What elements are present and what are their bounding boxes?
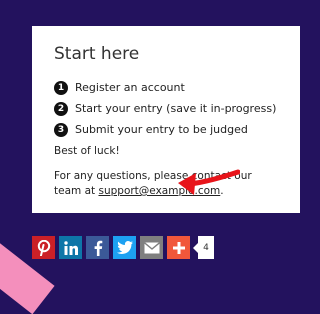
step-item: 1 Register an account <box>54 77 278 98</box>
steps-list: 1 Register an account 2 Start your entry… <box>54 77 278 140</box>
facebook-icon <box>94 240 102 256</box>
step-label: Start your entry (save it in-progress) <box>75 102 277 115</box>
best-of-luck-text: Best of luck! <box>54 145 120 157</box>
linkedin-share-button[interactable] <box>59 236 82 259</box>
red-arrow-annotation <box>178 169 240 195</box>
step-number-badge: 2 <box>54 101 68 116</box>
step-label: Register an account <box>75 81 185 94</box>
plus-icon <box>172 241 185 254</box>
twitter-share-button[interactable] <box>113 236 136 259</box>
twitter-icon <box>116 241 133 254</box>
pinterest-icon <box>37 239 50 256</box>
contact-text-block: For any questions, please contact our te… <box>54 169 278 199</box>
step-number-badge: 1 <box>54 80 68 95</box>
social-share-bar: 4 <box>32 236 214 259</box>
email-share-button[interactable] <box>140 236 163 259</box>
share-count: 4 <box>193 236 214 259</box>
pinterest-share-button[interactable] <box>32 236 55 259</box>
decorative-stripe <box>0 212 55 314</box>
step-label: Submit your entry to be judged <box>75 123 248 136</box>
facebook-share-button[interactable] <box>86 236 109 259</box>
start-here-card: Start here 1 Register an account 2 Start… <box>32 26 300 213</box>
envelope-icon <box>143 241 160 253</box>
linkedin-icon <box>63 240 78 255</box>
more-share-button[interactable] <box>167 236 190 259</box>
step-item: 3 Submit your entry to be judged <box>54 119 278 140</box>
step-item: 2 Start your entry (save it in-progress) <box>54 98 278 119</box>
card-title: Start here <box>54 44 140 64</box>
step-number-badge: 3 <box>54 122 68 137</box>
